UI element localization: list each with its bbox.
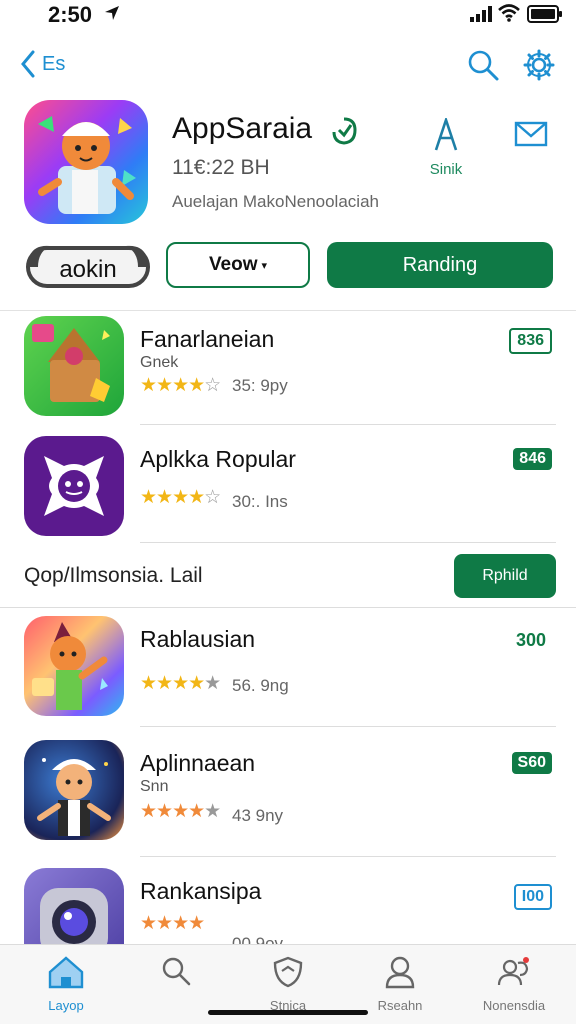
app-name: Aplinnaean — [140, 750, 256, 776]
divider — [140, 542, 556, 543]
app-name: Rablausian — [140, 626, 256, 652]
search-icon — [162, 957, 191, 986]
status-time: 2:50 — [48, 2, 93, 27]
tab-home[interactable]: Layop — [26, 955, 106, 1013]
view-label: Veow — [208, 254, 258, 275]
people-icon — [497, 957, 529, 986]
price-badge[interactable]: S60 — [511, 752, 552, 774]
app-title: AppSaraia — [172, 112, 313, 145]
person-icon — [385, 956, 415, 989]
list-item[interactable]: Aplkka Ropular ★★★★☆ 30:. Ins 846 — [0, 436, 576, 556]
tab-label: Nonensdia — [482, 998, 546, 1013]
verified-icon — [332, 117, 357, 145]
shield-icon — [273, 956, 303, 988]
ranking-button[interactable]: Randing — [327, 242, 553, 288]
section-action-button[interactable]: Rphild — [454, 554, 556, 598]
rating-info: 56. 9ng — [232, 676, 289, 695]
home-indicator — [208, 1010, 368, 1015]
rating-info: 35: 9py — [232, 376, 288, 395]
section-header: Qop/Ilmsonsia. Lail Rphild — [0, 552, 576, 600]
list-item[interactable]: Aplinnaean Snn ★★★★★ 43 9ny S60 — [0, 740, 576, 860]
tab-stnica[interactable]: Stnica — [248, 955, 328, 1013]
divider — [140, 726, 556, 727]
rating-info: 43 9ny — [232, 806, 284, 825]
share-label: Sinik — [429, 161, 463, 178]
nav-bar: Es — [0, 40, 576, 90]
divider — [0, 607, 576, 608]
tab-search[interactable] — [136, 955, 216, 996]
app-icon — [24, 616, 124, 716]
list-item[interactable]: Rankansipa ★★★★ 00 9ov I00 — [0, 868, 576, 944]
list-item[interactable]: Rablausian ★★★★★ 56. 9ng 300 — [0, 616, 576, 736]
app-icon — [24, 868, 124, 944]
chevron-left-icon — [21, 50, 35, 78]
divider — [0, 310, 576, 311]
back-label: Es — [42, 52, 66, 75]
divider — [140, 856, 556, 857]
search-icon[interactable] — [466, 48, 500, 82]
rating-info: 00 9ov — [232, 934, 284, 944]
price-label[interactable]: 300 — [510, 628, 552, 653]
wifi-icon — [498, 4, 520, 22]
app-icon — [24, 316, 124, 416]
app-name: Aplkka Ropular — [140, 446, 296, 472]
app-header: AppSaraia 11€:22 BH Auelajan MakoNenoola… — [0, 100, 576, 230]
star-rating: ★★★★★ — [140, 801, 221, 822]
app-name: Fanarlaneian — [140, 326, 275, 352]
status-bar: 2:50 — [0, 0, 576, 30]
app-description: Auelajan MakoNenoolaciah — [172, 192, 379, 211]
home-icon — [48, 956, 84, 989]
brand-logo: aokin — [26, 245, 150, 288]
star-rating: ★★★★★ — [140, 673, 221, 694]
mail-icon[interactable] — [514, 120, 548, 148]
share-icon — [434, 115, 458, 151]
app-name: Rankansipa — [140, 878, 262, 904]
app-meta: 11€:22 BH — [172, 156, 270, 179]
signal-icon — [470, 6, 492, 22]
app-subtitle: Snn — [140, 778, 169, 795]
app-icon — [24, 100, 148, 224]
gear-icon[interactable] — [522, 48, 556, 82]
app-icon — [24, 740, 124, 840]
tab-nonensdia[interactable]: Nonensdia — [474, 955, 554, 1013]
back-button[interactable]: Es — [20, 50, 65, 78]
tab-label: Rseahn — [377, 998, 423, 1013]
view-dropdown-button[interactable]: Veow ▾ — [166, 242, 310, 288]
location-arrow-icon — [105, 6, 119, 20]
battery-icon — [527, 5, 562, 23]
price-badge[interactable]: 846 — [513, 448, 552, 470]
rating-info: 30:. Ins — [232, 492, 288, 511]
list-item[interactable]: Fanarlaneian Gnek ★★★★☆ 35: 9py 836 — [0, 316, 576, 436]
star-rating: ★★★★☆ — [140, 487, 221, 508]
price-badge[interactable]: 836 — [509, 328, 552, 354]
app-subtitle: Gnek — [140, 354, 179, 371]
section-title: Qop/Ilmsonsia. Lail — [24, 564, 203, 587]
tab-rseahn[interactable]: Rseahn — [360, 955, 440, 1013]
divider — [140, 424, 556, 425]
price-badge[interactable]: I00 — [513, 884, 552, 910]
star-rating: ★★★★ — [140, 913, 205, 934]
app-icon — [24, 436, 124, 536]
action-row: aokin Veow ▾ Randing — [0, 240, 576, 292]
logo-text: aokin — [59, 256, 116, 283]
star-rating: ★★★★☆ — [140, 375, 221, 396]
share-button[interactable]: Sinik — [418, 115, 474, 178]
tab-label: Layop — [48, 998, 84, 1013]
caret-down-icon: ▾ — [261, 259, 268, 272]
